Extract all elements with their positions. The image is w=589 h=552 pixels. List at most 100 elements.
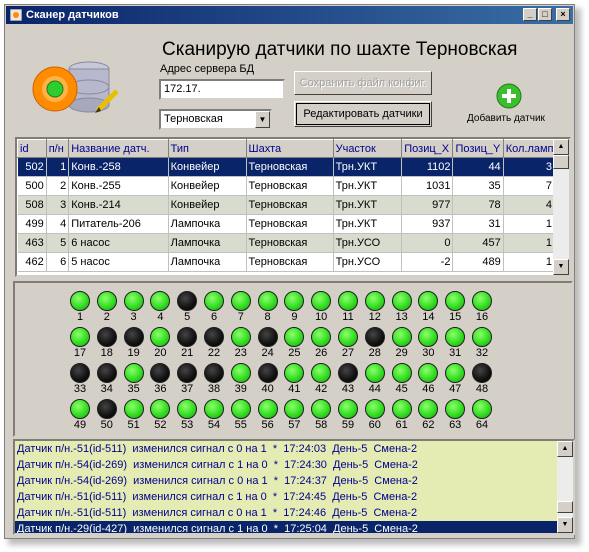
table-cell-x[interactable]: 937 xyxy=(401,214,454,234)
table-row[interactable]: 508 3 Конв.-214 Конвейер Терновская Трн.УКТ 97… xyxy=(17,195,556,215)
table-cell-section[interactable]: Трн.УКТ xyxy=(333,157,403,177)
table-cell-name[interactable]: Конв.-214 xyxy=(68,195,169,215)
table-cell-lamps[interactable]: 1 xyxy=(503,252,556,272)
table-cell-y[interactable]: 457 xyxy=(452,233,504,253)
table-cell-mine[interactable]: Терновская xyxy=(246,195,334,215)
table-row[interactable]: 463 5 6 насос Лампочка Терновская Трн.УСО 0 457… xyxy=(17,233,556,253)
table-cell-y[interactable]: 31 xyxy=(452,214,504,234)
minimize-button[interactable]: _ xyxy=(523,8,537,21)
scroll-down-icon[interactable]: ▼ xyxy=(557,517,573,533)
scroll-up-icon[interactable]: ▲ xyxy=(557,441,573,457)
maximize-button[interactable]: □ xyxy=(538,8,552,21)
sensor-led-63 xyxy=(445,399,466,419)
table-cell-pn[interactable]: 6 xyxy=(46,252,70,272)
column-header[interactable]: Шахта xyxy=(245,139,334,158)
column-header[interactable]: п/н xyxy=(45,139,70,158)
column-header[interactable]: Позиц_Y xyxy=(452,139,504,158)
column-header[interactable]: Кол.ламп. xyxy=(502,139,556,158)
server-address-input[interactable]: 172.17. xyxy=(159,79,285,100)
sensor-led-label: 23 xyxy=(234,347,247,359)
sensor-led-51 xyxy=(123,399,144,419)
table-cell-mine[interactable]: Терновская xyxy=(246,214,334,234)
table-scrollbar[interactable]: ▲ ▼ xyxy=(553,139,569,275)
table-cell-lamps[interactable]: 1 xyxy=(503,233,556,253)
table-cell-id[interactable]: 499 xyxy=(17,214,47,234)
table-cell-x[interactable]: 1031 xyxy=(401,176,454,196)
log-entry[interactable]: Датчик п/н.-54(id-269) изменился сигнал … xyxy=(15,457,557,473)
table-cell-type[interactable]: Лампочка xyxy=(168,214,247,234)
table-cell-y[interactable]: 35 xyxy=(452,176,504,196)
sensor-led-56 xyxy=(257,399,278,419)
scroll-up-icon[interactable]: ▲ xyxy=(553,139,569,155)
table-cell-section[interactable]: Трн.УКТ xyxy=(333,195,403,215)
table-cell-id[interactable]: 463 xyxy=(17,233,47,253)
column-header[interactable]: Позиц_X xyxy=(401,139,454,158)
log-entry[interactable]: Датчик п/н.-54(id-269) изменился сигнал … xyxy=(15,473,557,489)
table-cell-type[interactable]: Конвейер xyxy=(168,176,247,196)
log-entry[interactable]: Датчик п/н.-29(id-427) изменился сигнал … xyxy=(15,521,557,533)
table-cell-name[interactable]: Конв.-255 xyxy=(68,176,169,196)
table-cell-name[interactable]: Конв.-258 xyxy=(68,157,169,177)
edit-sensors-button[interactable]: Редактировать датчики xyxy=(294,101,432,127)
scroll-thumb[interactable] xyxy=(553,155,569,169)
table-cell-type[interactable]: Конвейер xyxy=(168,157,247,177)
table-cell-pn[interactable]: 2 xyxy=(46,176,70,196)
table-cell-x[interactable]: -2 xyxy=(401,252,454,272)
table-cell-name[interactable]: Питатель-206 xyxy=(68,214,169,234)
column-header[interactable]: Участок xyxy=(332,139,403,158)
table-row[interactable]: 499 4 Питатель-206 Лампочка Терновская Трн.УК… xyxy=(17,214,556,234)
table-cell-lamps[interactable]: 3 xyxy=(503,157,556,177)
table-cell-section[interactable]: Трн.УСО xyxy=(333,233,403,253)
table-cell-lamps[interactable]: 7 xyxy=(503,176,556,196)
sensor-led-label: 48 xyxy=(475,383,489,395)
table-cell-pn[interactable]: 5 xyxy=(46,233,70,253)
save-config-button[interactable]: Сохранить файл конфиг. xyxy=(294,71,432,95)
table-cell-mine[interactable]: Терновская xyxy=(246,157,334,177)
table-cell-lamps[interactable]: 1 xyxy=(503,214,556,234)
column-header[interactable]: id xyxy=(17,139,47,158)
close-button[interactable]: × xyxy=(556,8,570,21)
table-cell-mine[interactable]: Терновская xyxy=(246,176,334,196)
table-cell-section[interactable]: Трн.УКТ xyxy=(333,176,403,196)
table-cell-id[interactable]: 462 xyxy=(17,252,47,272)
table-cell-id[interactable]: 502 xyxy=(17,157,47,177)
scroll-down-icon[interactable]: ▼ xyxy=(553,259,569,275)
table-cell-pn[interactable]: 4 xyxy=(46,214,70,234)
table-cell-name[interactable]: 6 насос xyxy=(68,233,169,253)
sensor-led-36 xyxy=(150,363,171,383)
table-cell-x[interactable]: 1102 xyxy=(401,157,454,177)
table-cell-type[interactable]: Лампочка xyxy=(168,233,247,253)
table-row[interactable]: 462 6 5 насос Лампочка Терновская Трн.УСО -2 48… xyxy=(17,252,556,272)
table-cell-mine[interactable]: Терновская xyxy=(246,233,334,253)
add-sensor-label[interactable]: Добавить датчик xyxy=(467,113,545,124)
log-scrollbar[interactable]: ▲ ▼ xyxy=(557,441,573,533)
table-cell-id[interactable]: 500 xyxy=(17,176,47,196)
log-entry[interactable]: Датчик п/н.-51(id-511) изменился сигнал … xyxy=(15,505,557,521)
table-cell-section[interactable]: Трн.УКТ xyxy=(333,214,403,234)
table-cell-lamps[interactable]: 4 xyxy=(503,195,556,215)
column-header[interactable]: Название датч. xyxy=(68,139,169,158)
title-bar[interactable]: Сканер датчиков _ □ × xyxy=(6,6,573,24)
scroll-thumb[interactable] xyxy=(557,501,573,513)
table-cell-y[interactable]: 44 xyxy=(452,157,504,177)
mine-select[interactable]: Терновская ▼ xyxy=(159,109,272,130)
table-cell-mine[interactable]: Терновская xyxy=(246,252,334,272)
table-cell-type[interactable]: Лампочка xyxy=(168,252,247,272)
table-cell-y[interactable]: 489 xyxy=(452,252,504,272)
table-row[interactable]: 502 1 Конв.-258 Конвейер Терновская Трн.УКТ 11… xyxy=(17,157,556,177)
add-icon[interactable] xyxy=(496,83,522,109)
table-row[interactable]: 500 2 Конв.-255 Конвейер Терновская Трн.УКТ 10… xyxy=(17,176,556,196)
table-cell-y[interactable]: 78 xyxy=(452,195,504,215)
table-cell-section[interactable]: Трн.УСО xyxy=(333,252,403,272)
log-entry[interactable]: Датчик п/н.-51(id-511) изменился сигнал … xyxy=(15,489,557,505)
table-cell-x[interactable]: 0 xyxy=(401,233,454,253)
table-cell-name[interactable]: 5 насос xyxy=(68,252,169,272)
log-entry[interactable]: Датчик п/н.-51(id-511) изменился сигнал … xyxy=(15,441,557,457)
table-cell-id[interactable]: 508 xyxy=(17,195,47,215)
table-cell-x[interactable]: 977 xyxy=(401,195,454,215)
table-cell-type[interactable]: Конвейер xyxy=(168,195,247,215)
table-cell-pn[interactable]: 1 xyxy=(46,157,70,177)
chevron-down-icon[interactable]: ▼ xyxy=(255,111,270,128)
table-cell-pn[interactable]: 3 xyxy=(46,195,70,215)
column-header[interactable]: Тип xyxy=(167,139,247,158)
